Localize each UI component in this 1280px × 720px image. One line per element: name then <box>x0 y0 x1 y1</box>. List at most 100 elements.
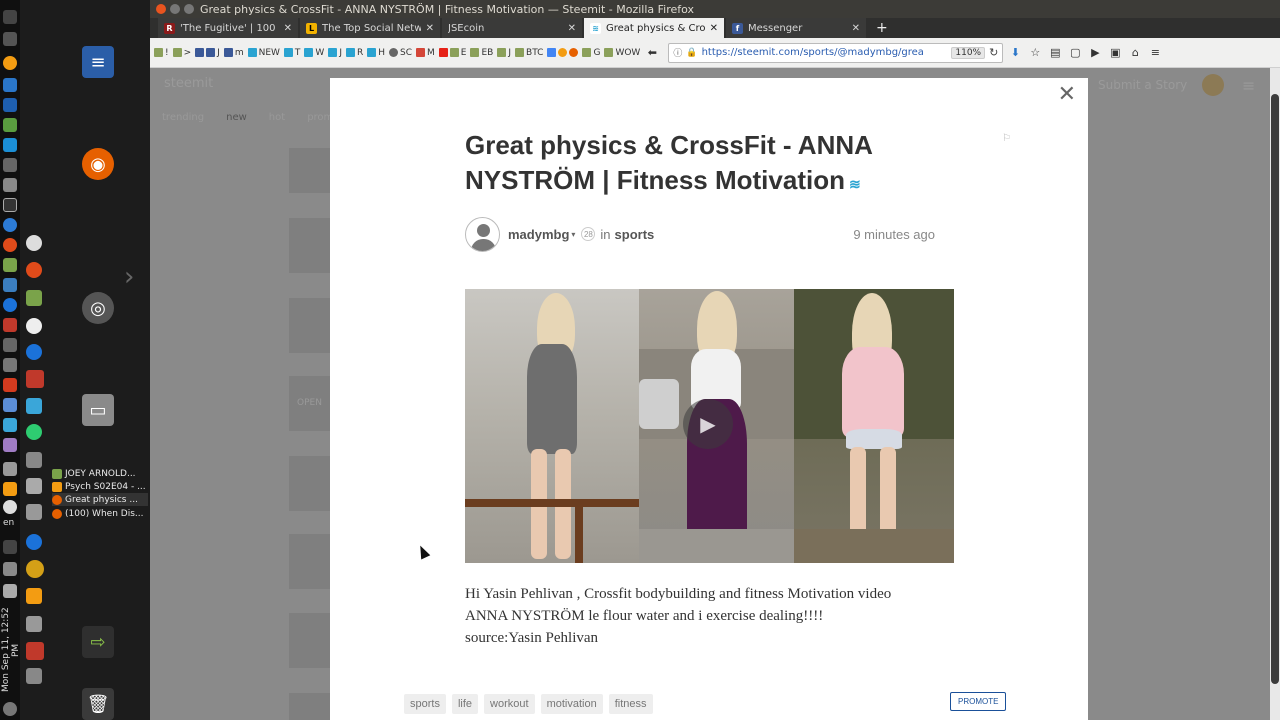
tray-icon[interactable] <box>26 504 42 520</box>
dogecoin-icon[interactable] <box>26 560 44 578</box>
tag-fitness[interactable]: fitness <box>608 694 653 714</box>
bookmark[interactable]: M <box>416 48 435 58</box>
close-tab-icon[interactable]: ✕ <box>852 23 860 34</box>
atom-icon[interactable] <box>26 344 42 360</box>
bluetooth-icon[interactable] <box>3 462 17 476</box>
close-icon[interactable]: ✕ <box>1058 82 1076 107</box>
bookmark[interactable]: T <box>283 48 300 58</box>
new-tab-button[interactable]: + <box>868 18 896 38</box>
user-icon[interactable]: ⇨ <box>82 626 114 658</box>
tray-icon[interactable] <box>3 358 17 372</box>
page-scrollbar[interactable] <box>1270 68 1280 720</box>
back-icon[interactable]: ⬅ <box>644 45 660 61</box>
zoom-level[interactable]: 110% <box>951 46 986 59</box>
tray-icon[interactable] <box>3 158 17 172</box>
tray-icon[interactable] <box>26 318 42 334</box>
tray-icon[interactable] <box>3 540 17 554</box>
library-icon[interactable]: ▤ <box>1047 45 1063 61</box>
tray-icon[interactable] <box>3 78 17 92</box>
bookmark[interactable]: WOW <box>604 48 640 58</box>
tray-icon[interactable] <box>26 398 42 414</box>
close-tab-icon[interactable]: ✕ <box>568 23 576 34</box>
tray-icon[interactable] <box>26 668 42 684</box>
battery-icon[interactable] <box>3 584 17 598</box>
chevron-down-icon[interactable]: ▾ <box>571 230 575 239</box>
keyboard-language[interactable]: en <box>3 518 14 528</box>
tray-icon[interactable] <box>3 418 17 432</box>
feed-tab[interactable]: hot <box>269 112 285 123</box>
wifi-icon[interactable] <box>3 500 17 514</box>
tray-icon[interactable] <box>26 616 42 632</box>
filezilla-icon[interactable] <box>26 642 44 660</box>
user-avatar[interactable] <box>1202 74 1224 96</box>
tray-icon[interactable] <box>26 235 42 251</box>
tray-icon[interactable] <box>3 32 17 46</box>
chevron-right-icon[interactable]: › <box>124 262 134 292</box>
trash-icon[interactable]: 🗑 <box>82 688 114 720</box>
steemit-logo[interactable]: steemit <box>164 76 213 91</box>
play-icon[interactable]: ▶ <box>683 399 733 449</box>
volume-icon[interactable] <box>3 562 17 576</box>
category-link[interactable]: sports <box>615 227 655 242</box>
clock[interactable]: Mon Sep 11, 12:52 PM <box>1 600 21 700</box>
tray-icon[interactable] <box>3 482 17 496</box>
reload-icon[interactable]: ↻ <box>989 46 998 59</box>
submit-story-link[interactable]: Submit a Story <box>1098 78 1187 92</box>
scrollbar-thumb[interactable] <box>1271 94 1279 684</box>
archive-icon[interactable]: ▭ <box>82 394 114 426</box>
author-avatar[interactable] <box>465 216 500 252</box>
tab-messenger[interactable]: f Messenger ✕ <box>726 18 866 38</box>
tab-steemit[interactable]: ≋ Great physics & CrossF ✕ <box>584 18 724 38</box>
tray-icon[interactable] <box>3 218 17 232</box>
power-icon[interactable] <box>3 702 17 716</box>
tray-icon[interactable] <box>3 118 17 132</box>
vlc-icon[interactable] <box>26 588 42 604</box>
tag-sports[interactable]: sports <box>404 694 446 714</box>
filezilla-icon[interactable] <box>26 370 44 388</box>
tray-icon[interactable] <box>26 478 42 494</box>
close-tab-icon[interactable]: ✕ <box>284 23 292 34</box>
tag-life[interactable]: life <box>451 694 479 714</box>
author-link[interactable]: madymbg <box>508 227 569 242</box>
task-item[interactable]: Great physics ... <box>52 493 148 506</box>
calendar-icon[interactable] <box>3 98 17 112</box>
post-video-thumbnail[interactable]: ▶ <box>465 289 954 563</box>
info-icon[interactable]: ⓘ <box>673 46 682 59</box>
lock-icon[interactable]: 🔒 <box>686 48 697 58</box>
tray-icon[interactable] <box>3 438 17 452</box>
tray-icon[interactable] <box>26 262 42 278</box>
tray-icon[interactable] <box>3 278 17 292</box>
bookmark[interactable]: BTC <box>515 48 543 58</box>
task-item[interactable]: Psych S02E04 - ... <box>52 480 148 493</box>
bookmark[interactable]: NEW <box>247 48 280 58</box>
ubuntu-icon[interactable]: ◎ <box>82 292 114 324</box>
star-icon[interactable]: ☆ <box>1027 45 1043 61</box>
task-item[interactable]: (100) When Dis... <box>52 507 148 520</box>
tray-icon[interactable] <box>3 238 17 252</box>
tray-icon[interactable] <box>3 258 17 272</box>
tray-icon[interactable] <box>3 398 17 412</box>
close-tab-icon[interactable]: ✕ <box>426 23 434 34</box>
flag-icon[interactable]: ⚐ <box>1002 133 1011 144</box>
tab-jsecoin[interactable]: JSEcoin ✕ <box>442 18 582 38</box>
task-item[interactable]: JOEY ARNOLD... <box>52 467 148 480</box>
bookmark[interactable]: W <box>304 48 324 58</box>
tab-fugitive[interactable]: R 'The Fugitive' | 100 Gr ✕ <box>158 18 298 38</box>
tray-icon[interactable] <box>3 138 17 152</box>
bookmark[interactable]: J <box>497 48 511 58</box>
bookmark[interactable]: G <box>582 48 600 58</box>
tag-motivation[interactable]: motivation <box>540 694 603 714</box>
bookmark[interactable]: H <box>367 48 385 58</box>
terminal-icon[interactable] <box>3 198 17 212</box>
bookmark[interactable]: EB <box>470 48 493 58</box>
tray-icon[interactable] <box>26 452 42 468</box>
bookmark[interactable] <box>547 48 579 57</box>
bookmark[interactable]: SC <box>389 48 412 58</box>
download-icon[interactable]: ⬇ <box>1007 45 1023 61</box>
bookmark[interactable]: m <box>223 48 244 58</box>
url-text[interactable]: https://steemit.com/sports/@madymbg/grea <box>702 47 948 58</box>
feed-tab[interactable]: new <box>226 112 247 123</box>
reader-icon[interactable]: ▢ <box>1067 45 1083 61</box>
firefox-icon[interactable]: ◉ <box>82 148 114 180</box>
tray-icon[interactable] <box>3 318 17 332</box>
